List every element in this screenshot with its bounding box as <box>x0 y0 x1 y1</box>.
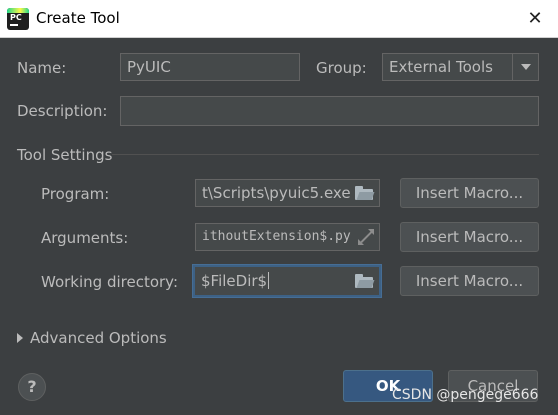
program-label: Program: <box>41 185 110 203</box>
close-icon[interactable]: ✕ <box>522 6 548 32</box>
arguments-input[interactable]: ithoutExtension$.py <box>195 223 380 251</box>
description-input[interactable] <box>120 96 539 126</box>
advanced-options-toggle[interactable]: Advanced Options <box>30 328 167 348</box>
name-input[interactable]: PyUIC <box>120 53 300 81</box>
chevron-down-icon <box>521 64 531 70</box>
insert-macro-working-directory-button[interactable]: Insert Macro... <box>400 266 539 296</box>
group-value: External Tools <box>389 58 493 76</box>
text-caret <box>268 272 270 289</box>
insert-macro-arguments-button[interactable]: Insert Macro... <box>400 222 539 252</box>
program-input[interactable]: t\Scripts\pyuic5.exe <box>195 179 380 207</box>
arguments-label: Arguments: <box>41 229 129 247</box>
watermark: CSDN @pengege666 <box>392 387 539 403</box>
folder-icon[interactable] <box>355 274 375 288</box>
name-value: PyUIC <box>127 58 171 76</box>
insert-macro-program-button[interactable]: Insert Macro... <box>400 178 539 208</box>
expand-arrow-icon[interactable] <box>17 333 23 343</box>
working-directory-value: $FileDir$ <box>201 272 268 290</box>
description-label: Description: <box>17 102 108 120</box>
pycharm-icon: PC <box>7 8 29 30</box>
group-label: Group: <box>316 59 367 77</box>
expand-icon[interactable] <box>358 229 374 245</box>
section-divider <box>112 154 539 155</box>
name-label: Name: <box>17 59 67 77</box>
dropdown-arrow[interactable] <box>512 54 538 80</box>
arguments-value: ithoutExtension$.py <box>202 229 351 244</box>
program-value: t\Scripts\pyuic5.exe <box>202 184 351 202</box>
window-title: Create Tool <box>36 9 120 27</box>
group-select[interactable]: External Tools <box>382 53 539 81</box>
title-bar: PC Create Tool ✕ <box>0 0 558 38</box>
tool-settings-heading: Tool Settings <box>17 146 113 164</box>
working-directory-label: Working directory: <box>41 273 179 291</box>
folder-icon[interactable] <box>355 186 375 200</box>
working-directory-input[interactable]: $FileDir$ <box>193 265 381 297</box>
app-icon-letters: PC <box>10 13 22 22</box>
help-button[interactable]: ? <box>18 373 46 401</box>
